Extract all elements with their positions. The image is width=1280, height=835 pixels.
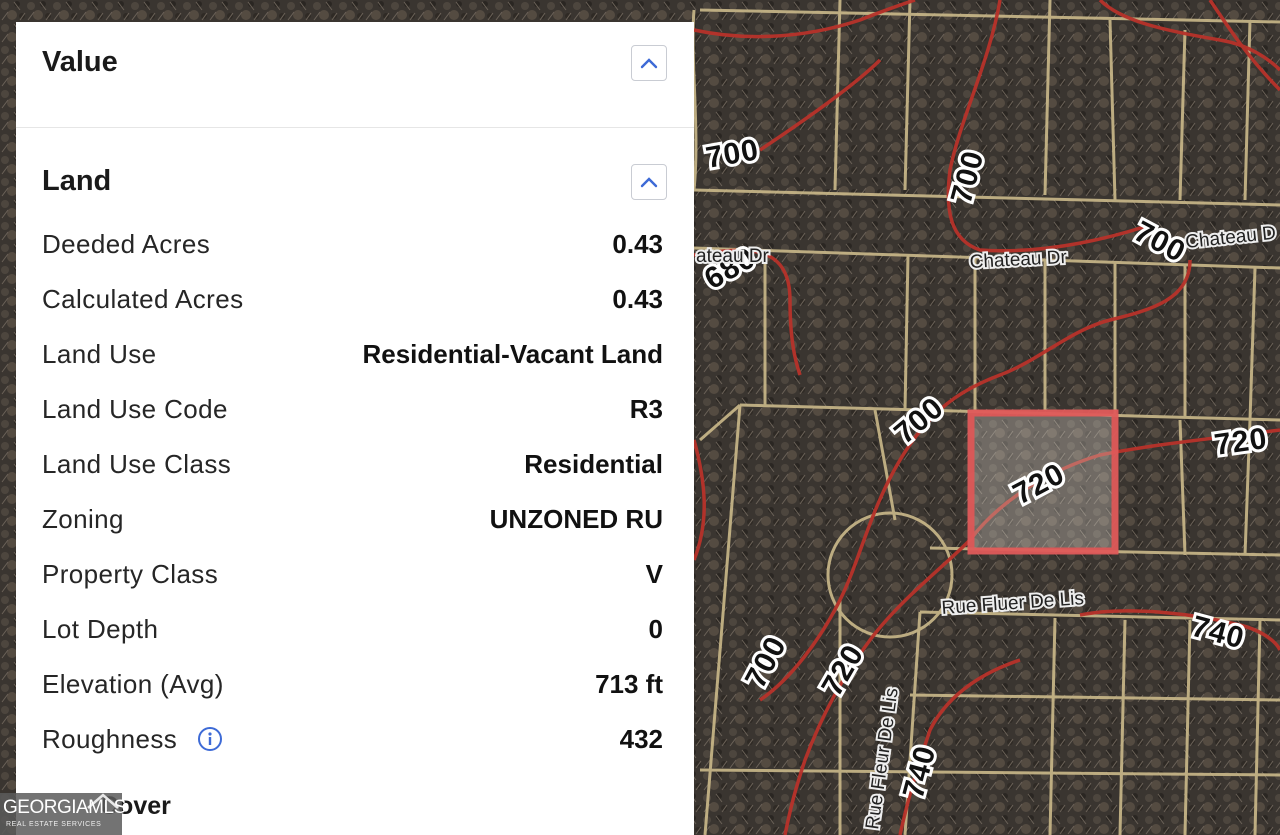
land-row-label: Deeded Acres: [42, 228, 211, 259]
street-label: ateau Dr: [696, 246, 770, 267]
value-section-title: Value: [42, 46, 118, 78]
land-row-label: Land Use Class: [42, 448, 232, 479]
land-row-label: Land Use Code: [42, 393, 228, 424]
property-details-panel: Value Land Deeded Acres 0.43 Calculated …: [16, 22, 694, 835]
land-row-value: 0: [648, 613, 663, 644]
chevron-up-icon: [640, 177, 658, 188]
land-row: Elevation (Avg) 713 ft: [42, 664, 663, 704]
land-row-value: V: [645, 558, 663, 589]
land-row-label-roughness: Roughness: [42, 724, 223, 755]
value-section-header[interactable]: Value: [16, 22, 694, 128]
land-row-label: Zoning: [42, 503, 124, 534]
land-row: Zoning UNZONED RU: [42, 499, 663, 539]
land-row: Deeded Acres 0.43: [42, 224, 663, 264]
land-row-value: 432: [619, 723, 663, 754]
land-row: Land Use Code R3: [42, 389, 663, 429]
land-row-label: Land Use: [42, 338, 157, 369]
land-row-label: Elevation (Avg): [42, 668, 224, 699]
land-row: Calculated Acres 0.43: [42, 279, 663, 319]
georgia-mls-logo: GEORGIAMLS REAL ESTATE SERVICES: [0, 793, 126, 835]
chevron-up-icon: [640, 58, 658, 69]
land-row: Land Use Class Residential: [42, 444, 663, 484]
land-row: Lot Depth 0: [42, 609, 663, 649]
land-collapse-button[interactable]: [631, 164, 667, 200]
land-row-value: R3: [629, 393, 663, 424]
land-row: Land Use Residential-Vacant Land: [42, 334, 663, 374]
land-row-label: Property Class: [42, 558, 219, 589]
logo-subtext: REAL ESTATE SERVICES: [6, 821, 102, 828]
value-collapse-button[interactable]: [631, 45, 667, 81]
land-row-value: 713 ft: [595, 668, 663, 699]
land-row-value: UNZONED RU: [489, 503, 663, 534]
land-row: Property Class V: [42, 554, 663, 594]
logo-text: GEORGIAMLS: [3, 797, 126, 818]
roughness-label-text: Roughness: [42, 723, 178, 754]
info-icon[interactable]: [197, 726, 223, 752]
land-row-value: Residential-Vacant Land: [362, 338, 663, 369]
land-section-title: Land: [42, 165, 112, 197]
land-row-value: 0.43: [612, 228, 663, 259]
land-row: Roughness 432: [42, 719, 663, 759]
land-row-value: Residential: [524, 448, 663, 479]
land-row-label: Calculated Acres: [42, 283, 244, 314]
land-row-value: 0.43: [612, 283, 663, 314]
land-row-label: Lot Depth: [42, 613, 159, 644]
